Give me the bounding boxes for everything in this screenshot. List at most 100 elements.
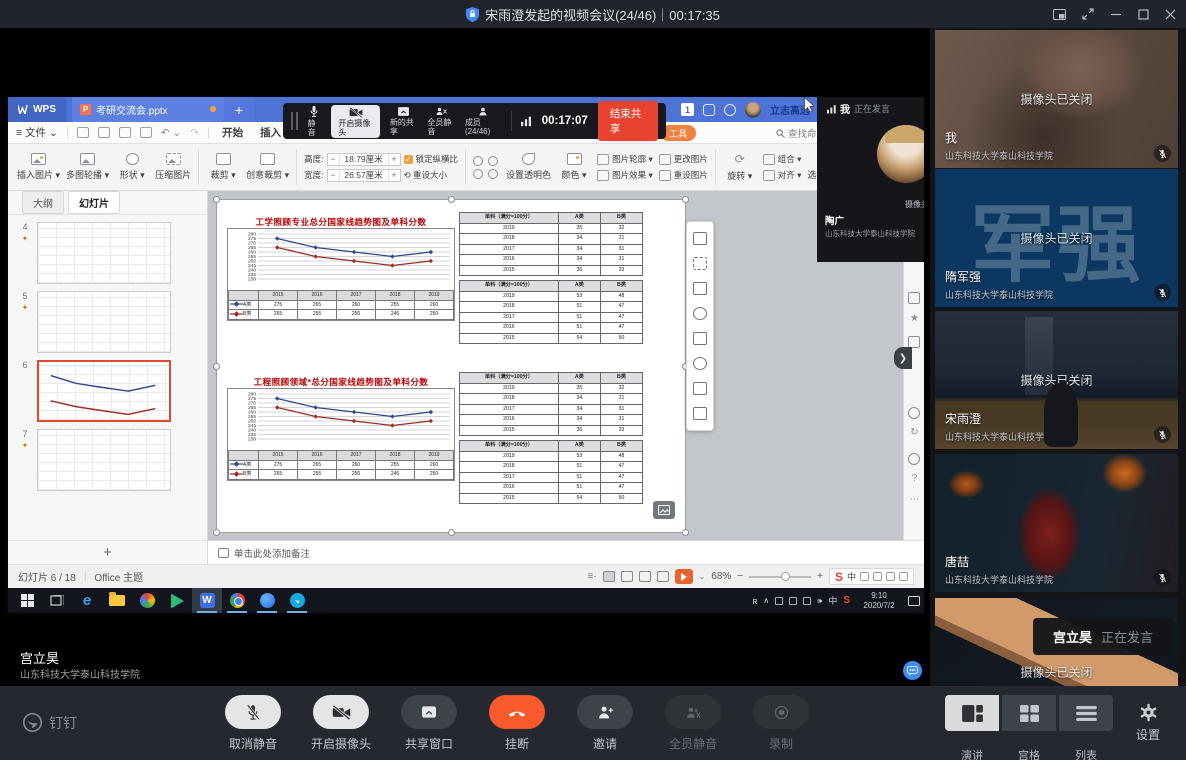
tray-expand-icon[interactable]: ∧ bbox=[763, 596, 769, 605]
share-members-button[interactable]: 成员(24/46) bbox=[465, 106, 501, 136]
shapes-button[interactable]: 形状 ▾ bbox=[112, 153, 152, 181]
selection-handle[interactable] bbox=[213, 363, 220, 370]
transparent-color-button[interactable]: 设置透明色 bbox=[503, 153, 554, 181]
wps-taskbar-icon[interactable]: W bbox=[192, 588, 222, 613]
invite-button[interactable]: 邀请 bbox=[577, 695, 633, 752]
width-minus[interactable]: − bbox=[328, 170, 340, 181]
ime-toolbox-icon[interactable] bbox=[899, 572, 908, 581]
close-icon[interactable] bbox=[1165, 9, 1176, 20]
view-list-button[interactable]: 列表 bbox=[1059, 695, 1113, 731]
more-tools-icon[interactable] bbox=[693, 407, 707, 420]
wps-message-badge[interactable]: 1 bbox=[681, 103, 694, 116]
zoom-in-button[interactable]: + bbox=[817, 571, 823, 582]
tray-sogou[interactable]: S bbox=[843, 595, 850, 606]
height-stepper[interactable]: −18.79厘米+ bbox=[327, 153, 401, 166]
frame-tool-icon[interactable] bbox=[693, 282, 707, 295]
selection-handle[interactable] bbox=[213, 196, 220, 203]
selection-handle[interactable] bbox=[213, 529, 220, 536]
handout-view-icon[interactable] bbox=[657, 571, 669, 582]
selection-handle[interactable] bbox=[682, 196, 689, 203]
print-icon[interactable] bbox=[119, 127, 131, 138]
participant-tile-songyucheng[interactable]: 摄像头已关闭 宋雨澄 山东科技大学泰山科技学院 bbox=[935, 311, 1178, 449]
save-icon[interactable] bbox=[77, 127, 89, 138]
notes-toggle-icon[interactable]: ≡· bbox=[587, 571, 596, 582]
change-picture-button[interactable]: 更改图片 bbox=[659, 153, 708, 165]
share-mute-all-button[interactable]: 全员静音 bbox=[427, 106, 455, 136]
task-view-button[interactable] bbox=[42, 588, 72, 613]
record-button[interactable]: 录制 bbox=[753, 695, 809, 752]
dingtalk-taskbar-icon[interactable] bbox=[282, 588, 312, 613]
thumbnail-image[interactable] bbox=[37, 360, 171, 422]
file-menu[interactable]: ≡ 文件 ⌄ bbox=[16, 125, 58, 140]
favorites-star-icon[interactable]: ★ bbox=[904, 313, 924, 324]
replace-image-tool-icon[interactable] bbox=[693, 382, 707, 395]
share-mute-button[interactable]: 静音 bbox=[308, 105, 322, 137]
ime-punct-icon[interactable] bbox=[860, 572, 869, 581]
tray-pen-icon[interactable]: ʀ bbox=[753, 596, 758, 606]
color-button[interactable]: 颜色 ▾ bbox=[554, 153, 594, 181]
fullscreen-icon[interactable] bbox=[1082, 8, 1094, 20]
height-minus[interactable]: − bbox=[328, 154, 340, 165]
unmute-button[interactable]: 取消静音 bbox=[225, 695, 281, 752]
new-slide-button[interactable]: + bbox=[8, 540, 208, 564]
slide-thumb-6-selected[interactable]: 6 bbox=[18, 360, 207, 422]
taskbar-clock[interactable]: 9:102020/7/2 bbox=[856, 591, 902, 611]
tray-icon[interactable] bbox=[775, 597, 783, 605]
participant-tile-suijunqiang[interactable]: 军强 摄像头已关闭 隋军强 山东科技大学泰山科技学院 bbox=[935, 169, 1178, 307]
hang-up-button[interactable]: 挂断 bbox=[489, 695, 545, 752]
wps-user-avatar[interactable] bbox=[745, 102, 761, 118]
insert-picture-button[interactable]: 插入图片 ▾ bbox=[14, 153, 63, 181]
file-explorer-icon[interactable] bbox=[102, 588, 132, 613]
edge-icon[interactable]: e bbox=[72, 588, 102, 613]
participant-tile-tangzhe[interactable]: 唐喆 山东科技大学泰山科技学院 bbox=[935, 454, 1178, 592]
reset-size-button[interactable]: ⟲ 重设大小 bbox=[404, 169, 448, 181]
slide-sorter-view-icon[interactable] bbox=[621, 571, 633, 582]
browser-360-icon[interactable] bbox=[132, 588, 162, 613]
selection-handle[interactable] bbox=[448, 529, 455, 536]
crop-button[interactable]: 裁剪 ▾ bbox=[203, 153, 243, 181]
pip-icon[interactable] bbox=[1053, 9, 1066, 20]
creative-crop-button[interactable]: 创意裁剪 ▾ bbox=[243, 153, 292, 181]
layers-tool-icon[interactable] bbox=[693, 232, 707, 245]
redo-icon[interactable]: ↷ bbox=[190, 127, 199, 139]
maximize-icon[interactable] bbox=[1138, 9, 1149, 20]
share-new-share-button[interactable]: 新的共享 bbox=[390, 106, 418, 136]
view-grid-button[interactable]: 宫格 bbox=[1002, 695, 1056, 731]
chat-button[interactable] bbox=[903, 661, 922, 680]
drag-handle[interactable] bbox=[291, 112, 298, 130]
start-button[interactable] bbox=[12, 588, 42, 613]
width-plus[interactable]: + bbox=[388, 170, 400, 181]
reading-view-icon[interactable] bbox=[639, 571, 651, 582]
clock-icon[interactable] bbox=[908, 453, 920, 465]
slide-6[interactable]: 工学照顾专业总分国家线趋势图及单科分数 23023524024525025526… bbox=[217, 200, 685, 532]
zoom-tool-icon[interactable] bbox=[693, 307, 707, 320]
thumbnail-image[interactable] bbox=[37, 222, 171, 284]
picture-quick-button[interactable] bbox=[653, 501, 675, 519]
print-preview-icon[interactable] bbox=[140, 127, 152, 138]
end-share-button[interactable]: 结束共享 bbox=[598, 101, 658, 141]
height-plus[interactable]: + bbox=[388, 154, 400, 165]
tray-icon[interactable] bbox=[789, 597, 797, 605]
undo-icon[interactable]: ↶ ⌄ bbox=[161, 127, 182, 139]
minimize-icon[interactable] bbox=[1110, 8, 1122, 20]
ime-keyboard-icon[interactable] bbox=[886, 572, 895, 581]
wps-logo[interactable]: WPS bbox=[8, 97, 66, 122]
ime-mode[interactable]: 中 bbox=[847, 570, 856, 583]
rotate-tool-icon[interactable] bbox=[693, 357, 707, 370]
align-button[interactable]: 对齐 ▾ bbox=[763, 169, 802, 181]
rotate-button[interactable]: ⟳旋转 ▾ bbox=[720, 152, 760, 182]
media-player-icon[interactable] bbox=[162, 588, 192, 613]
share-camera-button[interactable]: 开启摄像头 bbox=[331, 105, 379, 138]
lock-ratio-checkbox[interactable]: ✓ bbox=[404, 155, 413, 164]
carousel-button[interactable]: 多图轮播 ▾ bbox=[63, 153, 112, 181]
slides-tab[interactable]: 幻灯片 bbox=[68, 191, 120, 214]
new-tab-button[interactable]: + bbox=[224, 97, 254, 122]
picture-outline-button[interactable]: 图片轮廓 ▾ bbox=[597, 153, 653, 165]
quark-taskbar-icon[interactable] bbox=[252, 588, 282, 613]
slide-thumb-7[interactable]: 7✦ bbox=[18, 429, 207, 491]
wps-skin-icon[interactable] bbox=[724, 104, 736, 116]
sogou-icon[interactable]: S bbox=[835, 570, 843, 584]
thumbnail-image[interactable] bbox=[37, 429, 171, 491]
notes-placeholder[interactable]: 单击此处添加备注 bbox=[208, 540, 924, 564]
clipboard-panel-icon[interactable] bbox=[908, 292, 920, 304]
